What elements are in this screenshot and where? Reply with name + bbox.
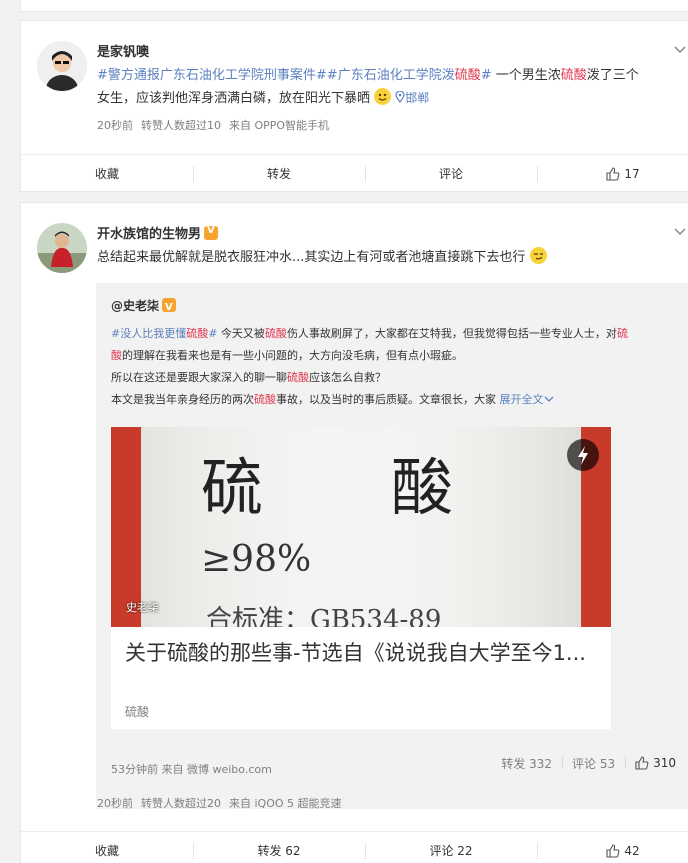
- avatar[interactable]: [37, 41, 87, 91]
- post-source[interactable]: 来自 OPPO智能手机: [229, 119, 329, 132]
- repost-text: #没人比我更懂硫酸# 今天又被硫酸伤人事故刷屏了，大家都在艾特我，但我觉得包括一…: [111, 327, 628, 406]
- smirk-emoji-icon: [529, 247, 547, 264]
- topic-link[interactable]: #没人比我更懂硫酸#: [111, 327, 217, 340]
- repost-comment-button[interactable]: 评论 53: [562, 753, 625, 773]
- chevron-down-icon: [544, 396, 553, 402]
- thumbs-up-icon: [635, 756, 649, 770]
- verified-badge-icon: [162, 297, 177, 319]
- action-bar: 收藏 转发 62 评论 22 42: [21, 831, 688, 863]
- post-time[interactable]: 20秒前: [97, 797, 133, 810]
- avatar[interactable]: [37, 223, 87, 273]
- post-card-2: 开水族馆的生物男 总结起来最优解就是脱衣服狂冲水...其实边上有河或者池塘直接跳…: [20, 202, 688, 863]
- repost-count-text: 转赞人数超过20: [141, 797, 221, 810]
- reposted-content: @史老柒 #没人比我更懂硫酸# 今天又被硫酸伤人事故刷屏了，大家都在艾特我，但我…: [96, 283, 688, 809]
- post-card-1: 是家钒噢 #警方通报广东石油化工学院刑事案件##广东石油化工学院泼硫酸# 一个男…: [20, 20, 688, 192]
- topic-link[interactable]: #警方通报广东石油化工学院刑事案件#: [97, 68, 327, 83]
- post-meta: 20秒前 转赞人数超过10 来自 OPPO智能手机: [97, 117, 337, 133]
- previous-post-bottom: [20, 0, 688, 12]
- post-meta: 20秒前 转赞人数超过20 来自 iQOO 5 超能竞速: [97, 795, 350, 811]
- repost-meta[interactable]: 53分钟前 来自 微博 weibo.com: [111, 761, 272, 777]
- repost-count-text: 转赞人数超过10: [141, 119, 221, 132]
- article-cover-image[interactable]: 硫 酸 ≥98% 合标准：GB534-89 史老柒: [111, 427, 611, 627]
- topic-link[interactable]: #广东石油化工学院泼硫酸#: [327, 68, 492, 83]
- location-link[interactable]: 邯郸: [395, 90, 429, 105]
- username[interactable]: 开水族馆的生物男: [97, 223, 219, 242]
- avatar-image: [37, 223, 87, 273]
- repost-forward-button[interactable]: 转发 332: [491, 753, 562, 773]
- avatar-image: [37, 41, 87, 91]
- image-text-big1: 硫: [201, 451, 264, 524]
- post-text: #警方通报广东石油化工学院刑事案件##广东石油化工学院泼硫酸# 一个男生浓硫酸泼…: [97, 68, 639, 106]
- image-watermark: 史老柒: [126, 601, 159, 614]
- action-bar: 收藏 转发 评论 17: [21, 154, 688, 192]
- smile-emoji-icon: [374, 88, 392, 105]
- repost-like-button[interactable]: 310: [625, 753, 686, 773]
- verified-badge-icon: [204, 225, 219, 240]
- article-title[interactable]: 关于硫酸的那些事-节选自《说说我自大学至今1...: [125, 639, 605, 668]
- repost-author[interactable]: @史老柒: [111, 299, 159, 313]
- sulfuric-acid-bottle-photo: [111, 427, 611, 627]
- repost-action-bar: 转发 332 评论 53 310: [491, 753, 686, 773]
- thumbs-up-icon: [606, 843, 620, 858]
- post-text: 总结起来最优解就是脱衣服狂冲水...其实边上有河或者池塘直接跳下去也行: [97, 246, 687, 269]
- article-card[interactable]: 关于硫酸的那些事-节选自《说说我自大学至今1... 硫酸: [111, 627, 611, 729]
- image-text-standard: 合标准：GB534-89: [206, 605, 442, 627]
- repost-author-line: @史老柒: [111, 295, 686, 319]
- like-button[interactable]: 17: [537, 155, 688, 192]
- image-text-percent: ≥98%: [201, 539, 312, 580]
- image-text-big2: 酸: [391, 451, 454, 524]
- post-source[interactable]: 来自 iQOO 5 超能竞速: [229, 797, 342, 810]
- like-button[interactable]: 42: [537, 832, 688, 863]
- forward-button[interactable]: 转发 62: [193, 832, 365, 863]
- collect-button[interactable]: 收藏: [21, 832, 193, 863]
- chevron-down-icon[interactable]: [673, 225, 687, 239]
- forward-button[interactable]: 转发: [193, 155, 365, 192]
- flash-icon[interactable]: [567, 439, 599, 471]
- username[interactable]: 是家钒噢: [97, 41, 149, 60]
- location-pin-icon: [395, 90, 405, 104]
- collect-button[interactable]: 收藏: [21, 155, 193, 192]
- thumbs-up-icon: [606, 166, 620, 181]
- article-tag: 硫酸: [125, 705, 150, 719]
- chevron-down-icon[interactable]: [673, 43, 687, 57]
- comment-button[interactable]: 评论 22: [365, 832, 537, 863]
- post-time[interactable]: 20秒前: [97, 119, 133, 132]
- comment-button[interactable]: 评论: [365, 155, 537, 192]
- expand-full-text-link[interactable]: 展开全文: [500, 393, 554, 406]
